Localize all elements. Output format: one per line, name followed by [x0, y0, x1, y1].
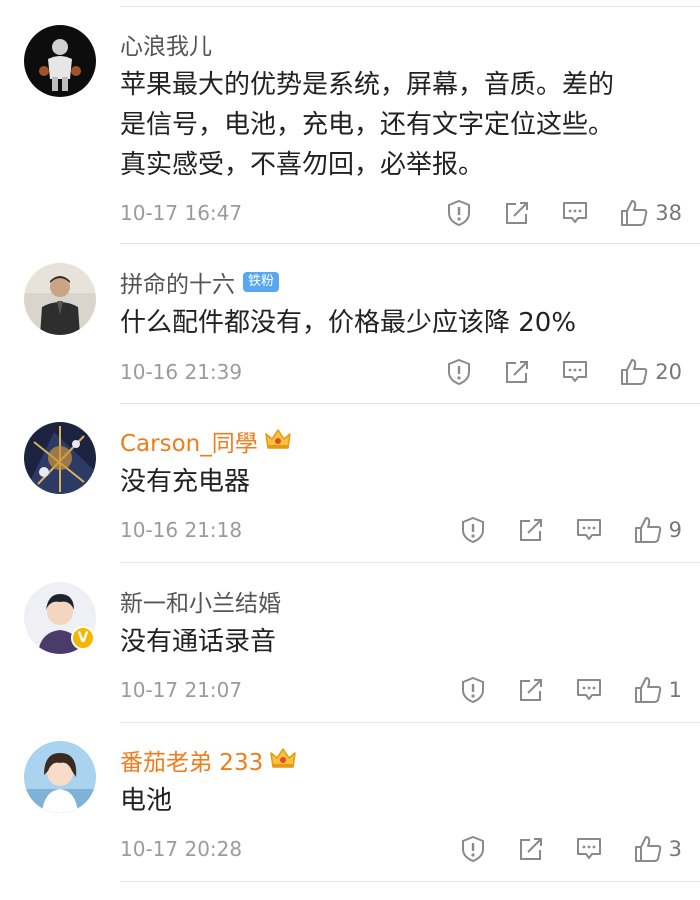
- action-bar: 1: [429, 670, 682, 710]
- comment-bubble-icon: [576, 519, 601, 540]
- username[interactable]: 新一和小兰结婚: [120, 584, 281, 618]
- comment-footer: 10-16 21:39 20: [120, 352, 682, 392]
- username[interactable]: 拼命的十六: [120, 265, 235, 299]
- comment-bubble-icon: [563, 361, 588, 382]
- divider: [120, 881, 700, 882]
- comment-text-line: 苹果最大的优势是系统，屏幕，音质。差的: [120, 70, 615, 100]
- share-box-icon: [519, 679, 542, 701]
- avatar[interactable]: [24, 263, 96, 335]
- action-bar: 9: [429, 510, 682, 550]
- comment-text-line: 没有充电器: [120, 467, 251, 497]
- comment-header: 番茄老弟 233: [120, 743, 297, 777]
- divider: [120, 722, 700, 723]
- reply-button[interactable]: [561, 199, 589, 227]
- crown-icon: [264, 427, 292, 455]
- share-box-icon: [519, 519, 542, 541]
- exclamation-circle-icon: [448, 199, 471, 227]
- comment-text-line: 真实感受，不喜勿回，必举报。: [120, 150, 485, 180]
- exclamation-circle-icon: [461, 516, 484, 544]
- divider: [120, 562, 700, 563]
- username[interactable]: Carson_同學: [120, 424, 258, 458]
- comment-text-line: 是信号，电池，充电，还有文字定位这些。: [120, 110, 615, 140]
- thumbs-up-icon: [634, 836, 661, 862]
- action-bar: 3: [429, 829, 682, 869]
- comment-bubble-icon: [563, 202, 588, 223]
- fan-badge: 铁粉: [243, 272, 280, 292]
- timestamp: 10-17 20:28: [120, 837, 243, 861]
- action-bar: 20: [415, 352, 682, 392]
- timestamp: 10-17 21:07: [120, 678, 243, 702]
- report-button[interactable]: [459, 676, 487, 704]
- share-button[interactable]: [517, 516, 545, 544]
- share-button[interactable]: [503, 199, 531, 227]
- report-button[interactable]: [459, 516, 487, 544]
- crown-icon: [269, 746, 297, 774]
- timestamp: 10-16 21:39: [120, 360, 243, 384]
- comment-header: Carson_同學: [120, 424, 292, 458]
- timestamp: 10-16 21:18: [120, 518, 243, 542]
- timestamp: 10-17 16:47: [120, 201, 243, 225]
- avatar[interactable]: [24, 25, 96, 97]
- like-button[interactable]: 9: [633, 515, 682, 545]
- thumbs-up-icon: [621, 200, 648, 226]
- comment-footer: 10-17 16:47 38: [120, 193, 682, 233]
- comment-text: 没有通话录音: [120, 622, 680, 662]
- comment-text-line: 电池: [120, 786, 173, 816]
- exclamation-circle-icon: [461, 676, 484, 704]
- verified-badge: V: [71, 626, 95, 650]
- exclamation-circle-icon: [461, 835, 484, 863]
- comment-bubble-icon: [576, 679, 601, 700]
- comment-text: 没有充电器: [120, 462, 680, 502]
- reply-button[interactable]: [575, 835, 603, 863]
- divider: [120, 6, 700, 7]
- share-button[interactable]: [503, 358, 531, 386]
- report-button[interactable]: [459, 835, 487, 863]
- exclamation-circle-icon: [448, 358, 471, 386]
- share-box-icon: [506, 361, 529, 383]
- username[interactable]: 番茄老弟 233: [120, 743, 263, 777]
- comment-list-page: 心浪我儿 苹果最大的优势是系统，屏幕，音质。差的 是信号，电池，充电，还有文字定…: [0, 0, 700, 900]
- comment-text: 苹果最大的优势是系统，屏幕，音质。差的 是信号，电池，充电，还有文字定位这些。 …: [120, 65, 680, 185]
- comment-footer: 10-16 21:18 9: [120, 510, 682, 550]
- comment-header: 新一和小兰结婚: [120, 584, 281, 618]
- comment-header: 心浪我儿: [120, 27, 212, 61]
- like-count: 38: [655, 201, 682, 225]
- thumbs-up-icon: [634, 517, 661, 543]
- avatar[interactable]: [24, 422, 96, 494]
- report-button[interactable]: [445, 199, 473, 227]
- reply-button[interactable]: [575, 516, 603, 544]
- username[interactable]: 心浪我儿: [120, 27, 212, 61]
- share-button[interactable]: [517, 676, 545, 704]
- comment-footer: 10-17 21:07 1: [120, 670, 682, 710]
- comment-text-line: 没有通话录音: [120, 627, 277, 657]
- share-box-icon: [506, 202, 529, 224]
- thumbs-up-icon: [621, 359, 648, 385]
- comment-bubble-icon: [576, 838, 601, 859]
- comment-header: 拼命的十六 铁粉: [120, 265, 280, 299]
- like-button[interactable]: 3: [633, 834, 682, 864]
- reply-button[interactable]: [561, 358, 589, 386]
- report-button[interactable]: [445, 358, 473, 386]
- divider: [120, 403, 700, 404]
- comment-text: 什么配件都没有，价格最少应该降 20%: [120, 303, 680, 343]
- avatar[interactable]: [24, 741, 96, 813]
- like-count: 20: [655, 360, 682, 384]
- comment-text-line: 什么配件都没有，价格最少应该降 20%: [120, 308, 577, 338]
- like-button[interactable]: 38: [619, 198, 682, 228]
- share-button[interactable]: [517, 835, 545, 863]
- comment-text: 电池: [120, 781, 680, 821]
- reply-button[interactable]: [575, 676, 603, 704]
- like-count: 3: [668, 837, 682, 861]
- thumbs-up-icon: [634, 677, 661, 703]
- action-bar: 38: [415, 193, 682, 233]
- like-count: 1: [668, 678, 682, 702]
- share-box-icon: [519, 838, 542, 860]
- like-button[interactable]: 1: [633, 675, 682, 705]
- like-button[interactable]: 20: [619, 357, 682, 387]
- comment-footer: 10-17 20:28 3: [120, 829, 682, 869]
- like-count: 9: [668, 518, 682, 542]
- divider: [120, 243, 700, 244]
